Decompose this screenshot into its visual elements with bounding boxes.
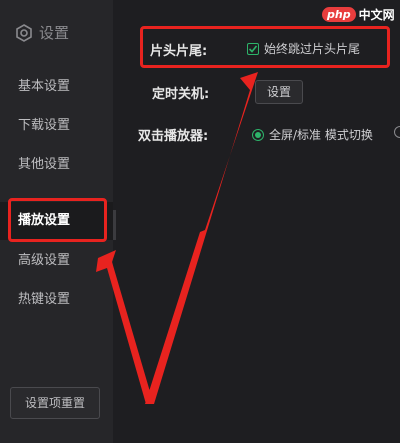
annotation-arrow	[96, 250, 153, 404]
site-watermark: php 中文网	[322, 2, 398, 26]
annotation-arrows	[96, 72, 258, 404]
watermark-text: 中文网	[358, 7, 395, 22]
settings-window: 设置 基本设置 下载设置 其他设置 播放设置 高级设置 热键设置 设置项重置 片…	[0, 0, 400, 443]
watermark-logo: php	[322, 6, 356, 22]
annotation-arrow	[145, 72, 258, 404]
